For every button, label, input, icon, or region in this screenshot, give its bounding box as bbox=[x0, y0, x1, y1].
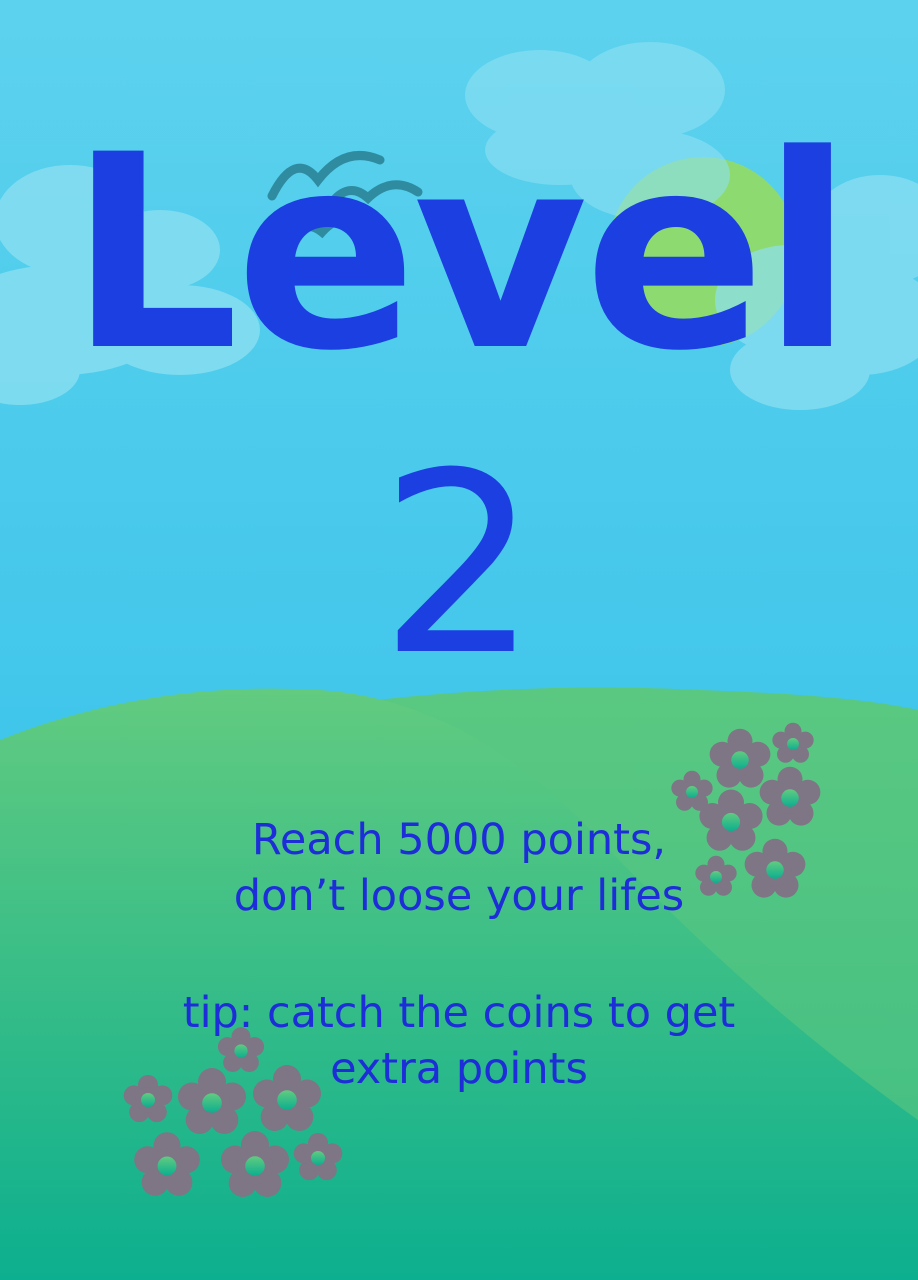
goal-text-line-1: Reach 5000 points, bbox=[251, 815, 667, 865]
level-title: Level bbox=[68, 98, 854, 410]
level-number: 2 bbox=[379, 419, 539, 710]
tip-text-line-2: extra points bbox=[330, 1044, 588, 1094]
goal-text-line-2: don’t loose your lifes bbox=[233, 871, 685, 921]
tip-text-line-1: tip: catch the coins to get bbox=[182, 988, 736, 1038]
